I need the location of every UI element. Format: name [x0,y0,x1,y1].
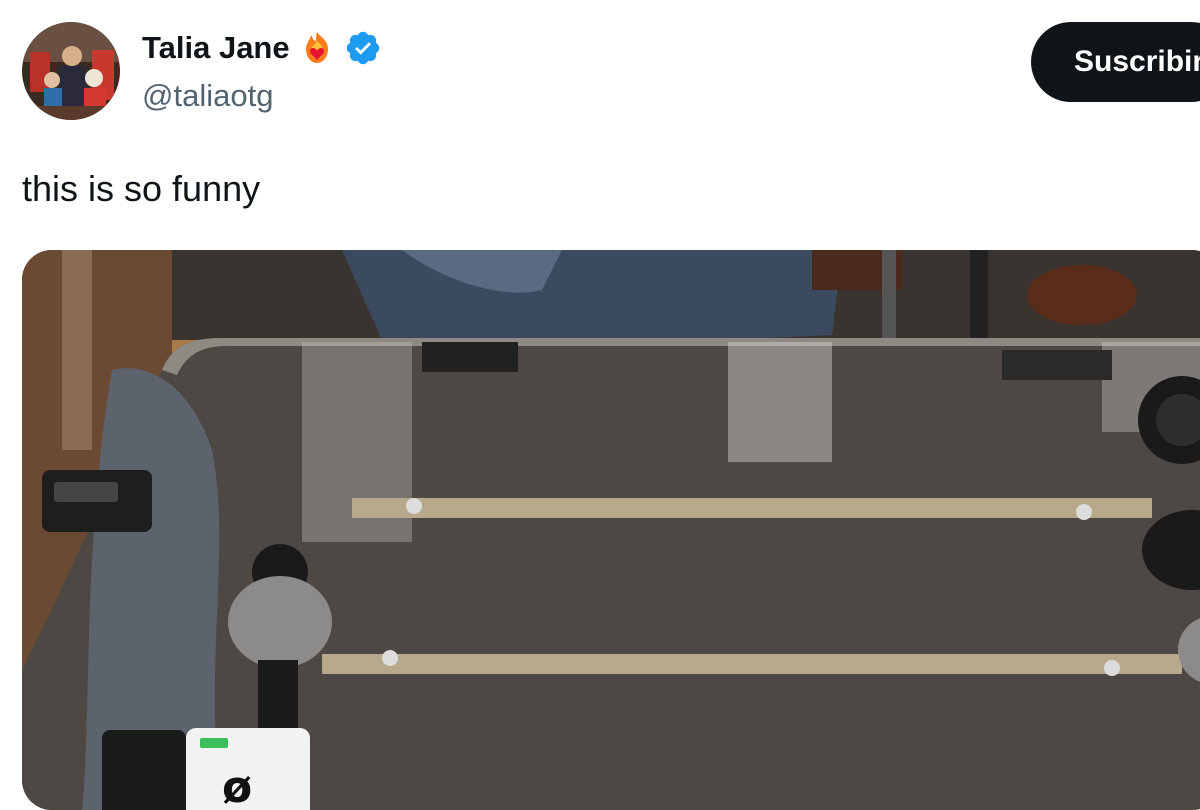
svg-text:ø: ø [222,762,252,810]
author-name-row: Talia Jane [142,28,382,68]
author-handle[interactable]: @taliaotg [142,78,382,114]
subscribe-button[interactable]: Suscribirse [1031,22,1200,102]
verified-checkmark-icon[interactable] [344,29,382,67]
podium-photo: ø [22,250,1200,810]
author-name[interactable]: Talia Jane [142,30,290,66]
tweet-text: this is so funny [22,168,261,209]
fire-heart-icon [298,29,336,67]
avatar-photo [22,22,120,120]
author-block: Talia Jane @taliaotg [142,28,382,114]
tweet-media-photo[interactable]: ø [22,250,1200,810]
author-avatar[interactable] [22,22,120,120]
